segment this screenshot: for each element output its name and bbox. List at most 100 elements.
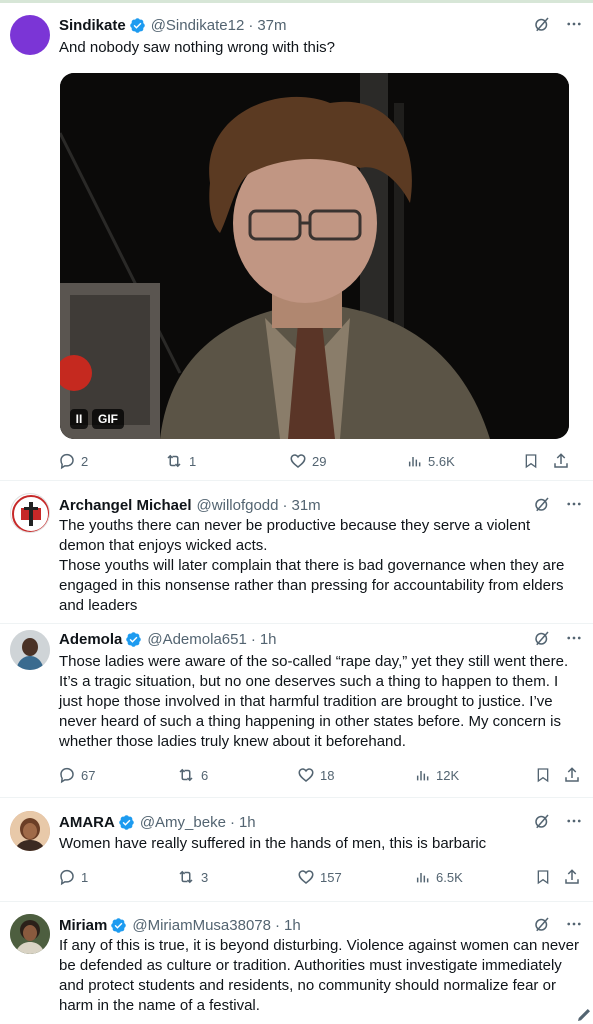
verified-badge-icon [129,17,145,33]
separator-dot: · [248,16,254,34]
views-button[interactable]: 12K [415,766,459,784]
repost-icon [179,870,193,884]
heart-icon [298,870,314,884]
tweet-miriam[interactable]: Miriam @MiriamMusa38078 · 1h If any of t… [0,902,593,1024]
user-handle[interactable]: @Ademola651 [147,631,246,648]
views-icon [416,873,429,883]
reply-icon [60,869,74,886]
like-count: 18 [320,767,335,783]
pause-button[interactable]: II [70,409,88,429]
tweet-text: If any of this is true, it is beyond dis… [59,937,580,1014]
gif-badge: GIF [92,409,124,429]
bookmark-icon [537,768,549,783]
tweet-header: Sindikate @Sindikate12 · 37m [59,15,583,35]
display-name[interactable]: Archangel Michael [59,497,192,514]
views-count: 6.5K [436,869,463,885]
avatar[interactable] [10,630,50,670]
like-count: 157 [320,869,342,885]
separator-dot: · [250,630,256,648]
reply-icon [60,453,74,470]
tweet-actions: 1 3 157 6.5K [58,868,579,888]
repost-count: 6 [201,767,209,783]
avatar[interactable] [10,914,50,954]
grok-icon[interactable] [533,495,551,513]
tweet-actions: 2 1 29 5.6K [58,452,577,472]
timestamp[interactable]: 1h [284,917,301,934]
tweet-text: And nobody saw nothing wrong with this? [59,39,336,56]
tweet-sindikate[interactable]: Sindikate @Sindikate12 · 37m And nobody … [0,3,593,481]
share-button[interactable] [563,766,581,784]
heart-icon [298,768,314,782]
bookmark-button[interactable] [535,766,551,784]
avatar-image [10,914,50,954]
views-button[interactable]: 5.6K [407,452,455,470]
tweet-archangel-michael[interactable]: Archangel Michael @willofgodd · 31m The … [0,481,593,624]
bookmark-button[interactable] [523,452,539,470]
bookmark-icon [525,454,537,469]
display-name[interactable]: Ademola [59,631,122,648]
timestamp[interactable]: 1h [260,631,277,648]
repost-count: 3 [201,869,209,885]
avatar[interactable] [10,15,50,55]
avatar-image [10,630,50,670]
views-button[interactable]: 6.5K [415,868,463,886]
share-button[interactable] [563,868,581,886]
like-button[interactable]: 29 [289,452,326,470]
gif-controls: II GIF [70,409,124,429]
user-handle[interactable]: @willofgodd [197,497,279,514]
verified-badge-icon [119,814,134,830]
more-options-icon[interactable] [565,15,583,33]
avatar[interactable] [10,493,50,533]
timestamp[interactable]: 31m [291,497,320,514]
repost-button[interactable]: 1 [164,452,196,470]
display-name[interactable]: Sindikate [59,17,126,34]
views-count: 12K [436,767,460,783]
more-options-icon[interactable] [565,629,583,647]
like-button[interactable]: 18 [297,766,334,784]
repost-button[interactable]: 6 [176,766,208,784]
separator-dot: · [229,813,235,831]
bookmark-button[interactable] [535,868,551,886]
share-icon [565,869,579,884]
share-icon [554,453,568,468]
grok-icon[interactable] [533,629,551,647]
tweet-actions: 67 6 18 12K [58,766,579,786]
user-handle[interactable]: @MiriamMusa38078 [132,917,271,934]
reply-button[interactable]: 67 [58,766,95,784]
heart-icon [290,454,306,468]
tweet-amara[interactable]: AMARA @Amy_beke · 1h Women have really s… [0,798,593,902]
like-count: 29 [312,453,327,469]
pencil-icon[interactable] [575,1006,593,1024]
display-name[interactable]: Miriam [59,917,107,934]
share-button[interactable] [552,452,570,470]
repost-button[interactable]: 3 [176,868,208,886]
more-options-icon[interactable] [565,812,583,830]
tweet-text-line: Those youths will later complain that th… [59,557,565,614]
reply-icon [60,767,74,784]
grok-icon[interactable] [533,915,551,933]
grok-icon[interactable] [533,812,551,830]
grok-icon[interactable] [533,15,551,33]
tweet-ademola[interactable]: Ademola @Ademola651 · 1h Those ladies we… [0,624,593,798]
views-icon [408,457,421,467]
more-options-icon[interactable] [565,915,583,933]
reply-count: 2 [81,453,89,469]
reply-button[interactable]: 1 [58,868,88,886]
separator-dot: · [282,496,288,514]
timestamp[interactable]: 1h [239,814,256,831]
reply-count: 67 [81,767,96,783]
timestamp[interactable]: 37m [257,17,286,34]
avatar[interactable] [10,811,50,851]
user-handle[interactable]: @Amy_beke [140,814,226,831]
separator-dot: · [274,916,280,934]
gif-media[interactable]: II GIF [60,73,569,439]
verified-badge-icon [126,631,142,647]
user-handle[interactable]: @Sindikate12 [151,17,245,34]
display-name[interactable]: AMARA [59,814,115,831]
tweet-header: Ademola @Ademola651 · 1h [59,629,583,649]
verified-badge-icon [111,917,127,933]
more-options-icon[interactable] [565,495,583,513]
like-button[interactable]: 157 [297,868,342,886]
avatar-image [10,811,50,851]
reply-button[interactable]: 2 [58,452,88,470]
